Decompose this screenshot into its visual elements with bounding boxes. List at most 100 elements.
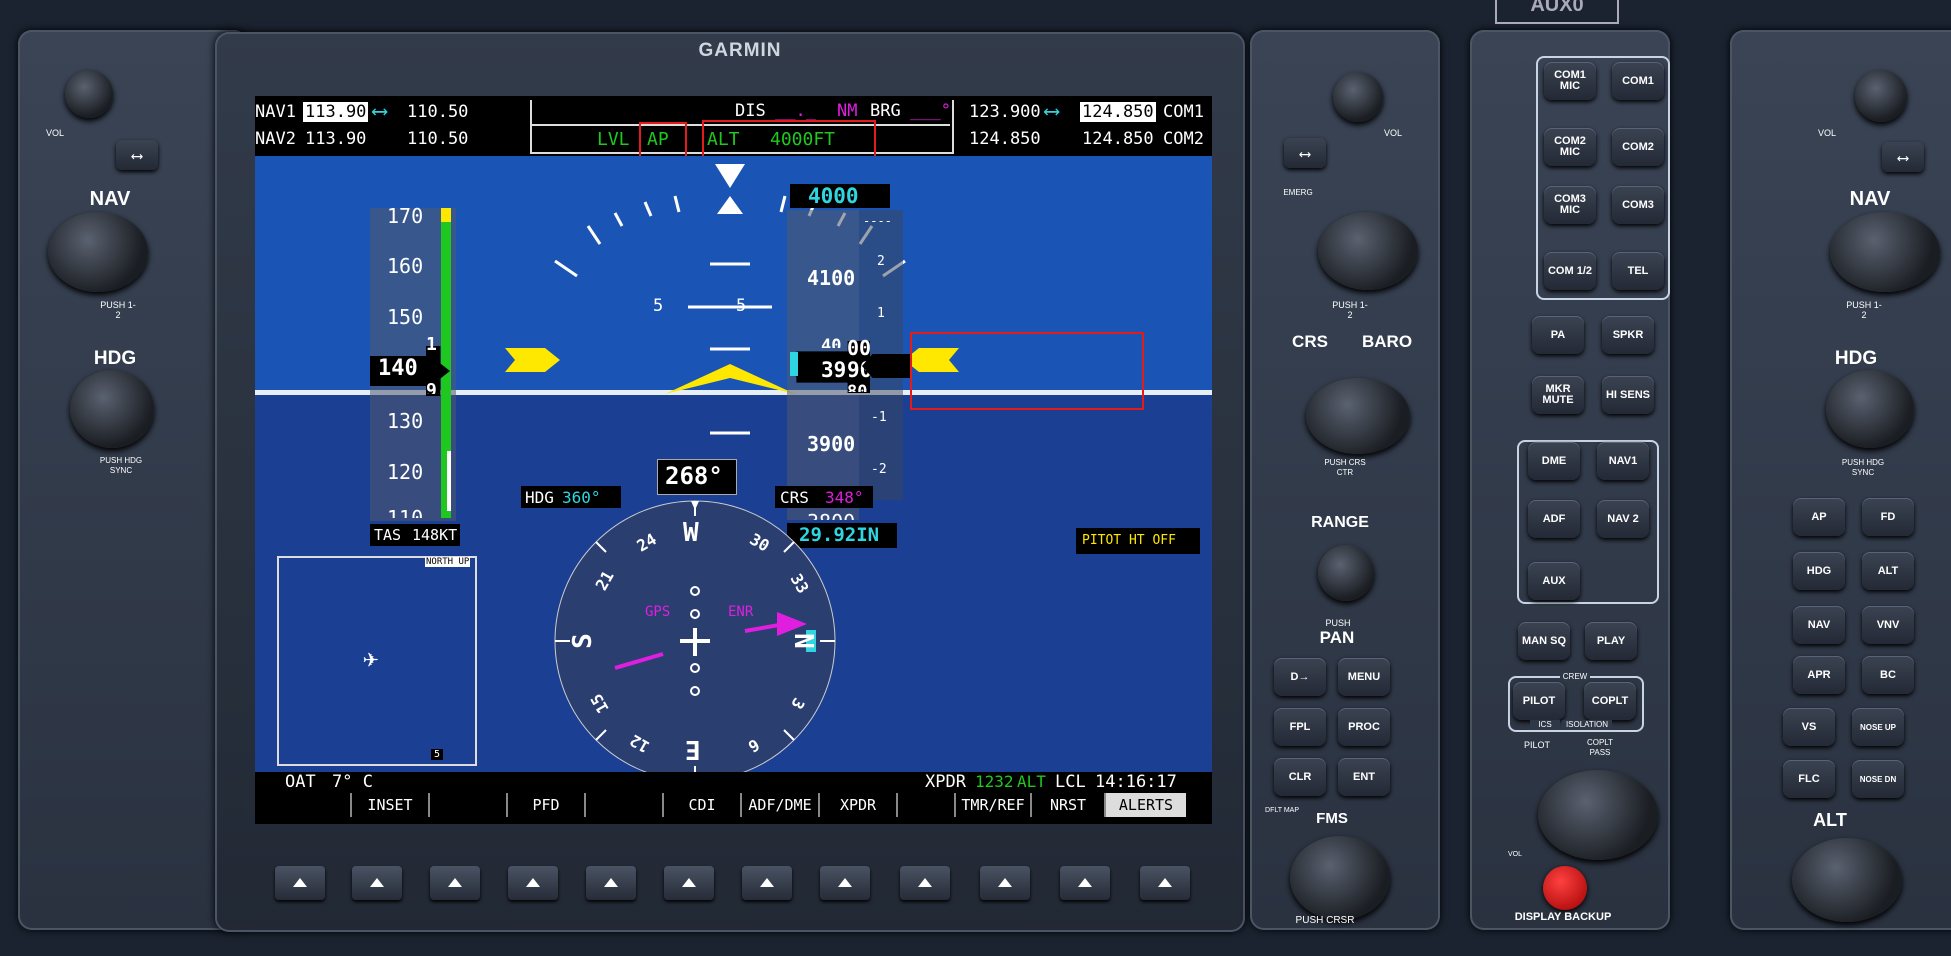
bc-button[interactable]: BC <box>1862 656 1914 694</box>
man-sq-button[interactable]: MAN SQ <box>1518 622 1570 660</box>
direct-to-button[interactable]: D→ <box>1274 658 1326 696</box>
softkey-adf-dme[interactable]: ADF/DME <box>742 793 820 817</box>
softkey-1[interactable] <box>278 793 352 817</box>
far-right-vol-label: VOL <box>1817 128 1836 138</box>
softkey-cdi[interactable]: CDI <box>664 793 742 817</box>
com2-mic-button[interactable]: COM2 MIC <box>1544 128 1596 166</box>
vs-button[interactable]: VS <box>1783 708 1835 746</box>
nav1-standby-freq[interactable]: 110.50 <box>407 102 468 122</box>
hw-softkey-11[interactable] <box>1060 866 1110 900</box>
proc-button[interactable]: PROC <box>1338 708 1390 746</box>
hw-softkey-7[interactable] <box>742 866 792 900</box>
hw-softkey-1[interactable] <box>275 866 325 900</box>
nav-swap-button[interactable]: ⟷ <box>116 140 158 170</box>
hw-softkey-6[interactable] <box>664 866 714 900</box>
nav-knob[interactable] <box>48 212 148 292</box>
com2-button[interactable]: COM2 <box>1612 128 1664 166</box>
crs-baro-knob[interactable] <box>1306 378 1410 454</box>
hw-softkey-4[interactable] <box>508 866 558 900</box>
hdg-knob[interactable] <box>70 370 154 448</box>
hw-softkey-9[interactable] <box>900 866 950 900</box>
far-right-nav-knob[interactable] <box>1830 212 1940 292</box>
com3-button[interactable]: COM3 <box>1612 186 1664 224</box>
nav1-active-freq[interactable]: 113.90 <box>303 102 369 122</box>
vnv-button[interactable]: VNV <box>1862 606 1914 644</box>
nose-dn-button[interactable]: NOSE DN <box>1852 760 1904 798</box>
menu-button[interactable]: MENU <box>1338 658 1390 696</box>
nav1-audio-button[interactable]: NAV1 <box>1597 442 1649 480</box>
flc-button[interactable]: FLC <box>1783 760 1835 798</box>
airspeed-tick-130: 130 <box>387 409 424 433</box>
tas-label: TAS <box>374 526 402 544</box>
softkey-inset[interactable]: INSET <box>352 793 430 817</box>
com12-button[interactable]: COM 1/2 <box>1544 252 1596 290</box>
com1-button[interactable]: COM1 <box>1612 62 1664 100</box>
hw-softkey-8[interactable] <box>820 866 870 900</box>
hi-sens-button[interactable]: HI SENS <box>1602 376 1654 414</box>
far-right-alt-knob[interactable] <box>1792 838 1902 922</box>
compass-cardinal-s: S <box>567 633 598 649</box>
push-hdg-sync-label: PUSH HDG SYNC <box>99 456 143 475</box>
com3-mic-button[interactable]: COM3 MIC <box>1544 186 1596 224</box>
nav2-standby-freq[interactable]: 110.50 <box>407 129 468 149</box>
nav2-active-freq[interactable]: 113.90 <box>305 129 366 149</box>
softkey-tmr-ref[interactable]: TMR/REF <box>956 793 1032 817</box>
hw-softkey-3[interactable] <box>430 866 480 900</box>
dme-button[interactable]: DME <box>1528 442 1580 480</box>
vol-knob[interactable] <box>65 70 113 118</box>
airspeed-tick-170: 170 <box>387 204 424 228</box>
com1-standby-freq[interactable]: 123.900 <box>969 102 1041 122</box>
softkey-xpdr[interactable]: XPDR <box>820 793 898 817</box>
compass-cardinal-n: N <box>787 633 818 649</box>
ap-hdg-button[interactable]: HDG <box>1793 552 1845 590</box>
airspeed-tick-160: 160 <box>387 254 424 278</box>
softkey-5[interactable] <box>586 793 664 817</box>
fms-knob[interactable] <box>1290 836 1390 920</box>
coplt-button[interactable]: COPLT <box>1584 682 1636 720</box>
com2-standby-freq[interactable]: 124.850 <box>969 129 1041 149</box>
inset-range: 5 <box>431 749 444 760</box>
softkey-pfd[interactable]: PFD <box>508 793 586 817</box>
softkey-3[interactable] <box>430 793 508 817</box>
pilot-button[interactable]: PILOT <box>1513 682 1565 720</box>
hw-softkey-10[interactable] <box>980 866 1030 900</box>
ap-nav-button[interactable]: NAV <box>1793 606 1845 644</box>
dis-label: DIS <box>735 101 766 121</box>
nav-label: NAV <box>89 188 131 210</box>
com1-mic-button[interactable]: COM1 MIC <box>1544 62 1596 100</box>
fpl-button[interactable]: FPL <box>1274 708 1326 746</box>
play-button[interactable]: PLAY <box>1585 622 1637 660</box>
apr-button[interactable]: APR <box>1793 656 1845 694</box>
clr-button[interactable]: CLR <box>1274 758 1326 796</box>
spkr-button[interactable]: SPKR <box>1602 316 1654 354</box>
softkey-9[interactable] <box>898 793 956 817</box>
display-backup-button[interactable] <box>1543 866 1587 910</box>
com2-active-freq[interactable]: 124.850 <box>1082 129 1154 149</box>
tel-button[interactable]: TEL <box>1612 252 1664 290</box>
range-knob[interactable] <box>1318 545 1374 601</box>
com-vol-knob[interactable] <box>1333 72 1383 122</box>
adf-button[interactable]: ADF <box>1528 500 1580 538</box>
com-swap-button[interactable]: ⟷ <box>1284 138 1326 168</box>
softkey-nrst[interactable]: NRST <box>1032 793 1106 817</box>
nose-up-button[interactable]: NOSE UP <box>1852 708 1904 746</box>
softkey-alerts[interactable]: ALERTS <box>1106 793 1186 817</box>
hw-softkey-2[interactable] <box>352 866 402 900</box>
aux-button[interactable]: AUX <box>1528 562 1580 600</box>
hw-softkey-12[interactable] <box>1140 866 1190 900</box>
pa-button[interactable]: PA <box>1532 316 1584 354</box>
far-right-swap-button[interactable]: ⟷ <box>1882 142 1924 172</box>
mkr-mute-button[interactable]: MKR MUTE <box>1532 376 1584 414</box>
com1-active-freq[interactable]: 124.850 <box>1080 102 1156 122</box>
ap-alt-button[interactable]: ALT <box>1862 552 1914 590</box>
altitude-current-hundreds: 39 <box>821 358 847 382</box>
ent-button[interactable]: ENT <box>1338 758 1390 796</box>
far-right-hdg-knob[interactable] <box>1826 370 1914 448</box>
nav2-audio-button[interactable]: NAV 2 <box>1597 500 1649 538</box>
far-right-vol-knob[interactable] <box>1855 70 1907 122</box>
fd-button[interactable]: FD <box>1862 498 1914 536</box>
hw-softkey-5[interactable] <box>586 866 636 900</box>
ap-button[interactable]: AP <box>1793 498 1845 536</box>
com-knob[interactable] <box>1318 212 1418 290</box>
audio-vol-knob[interactable] <box>1538 770 1658 860</box>
